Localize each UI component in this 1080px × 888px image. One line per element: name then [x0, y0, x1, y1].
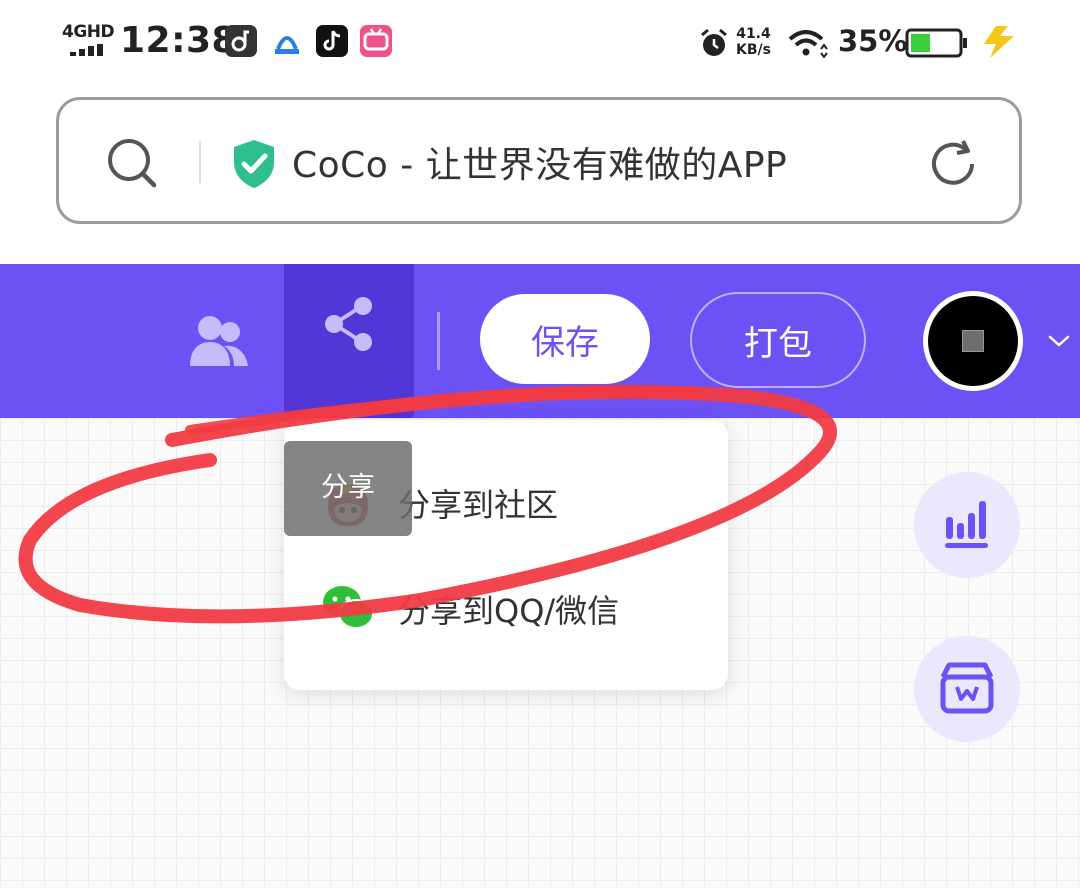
clock: 12:38	[120, 20, 238, 61]
save-button[interactable]: 保存	[480, 294, 650, 384]
speed-unit: KB/s	[736, 42, 771, 58]
battery-percent: 35%	[838, 24, 908, 58]
toolbar-divider	[437, 312, 440, 370]
network-type: 4GHD	[62, 22, 115, 42]
avatar-image	[928, 296, 1018, 386]
menu-item-label: 分享到社区	[398, 486, 559, 524]
refresh-icon[interactable]	[928, 138, 980, 190]
pack-button[interactable]: 打包	[690, 292, 866, 388]
wechat-icon	[323, 586, 374, 629]
map-app-icon	[271, 25, 303, 57]
speed-value: 41.4	[736, 26, 771, 42]
share-icon	[325, 297, 372, 351]
avatar-glyph	[962, 330, 984, 352]
signal-icon	[70, 44, 103, 56]
bilibili-icon	[360, 25, 392, 57]
status-bar: 4GHD 12:38 41.4 KB/s 35%	[0, 0, 1080, 88]
share-tooltip: 分享	[284, 441, 412, 536]
menu-item-label: 分享到QQ/微信	[398, 592, 620, 630]
users-icon[interactable]	[188, 312, 250, 370]
page-title: CoCo - 让世界没有难做的APP	[292, 145, 788, 186]
chevron-down-icon[interactable]	[1047, 332, 1071, 350]
tiktok-icon	[316, 25, 348, 57]
network-speed: 41.4 KB/s	[736, 26, 771, 58]
music-app-icon	[225, 25, 257, 57]
wifi-icon	[788, 30, 828, 59]
alarm-icon	[701, 28, 727, 56]
charging-icon	[984, 26, 1014, 58]
toolbox-icon	[940, 662, 994, 714]
bar-chart-icon	[945, 501, 988, 548]
address-divider	[199, 141, 201, 183]
battery-icon	[905, 28, 967, 58]
share-to-qq-wechat-item[interactable]: 分享到QQ/微信	[284, 560, 728, 660]
toolbox-button[interactable]	[914, 636, 1020, 742]
search-icon[interactable]	[106, 137, 158, 189]
shield-check-icon	[234, 140, 274, 188]
avatar[interactable]	[923, 291, 1023, 391]
stats-button[interactable]	[914, 472, 1020, 578]
